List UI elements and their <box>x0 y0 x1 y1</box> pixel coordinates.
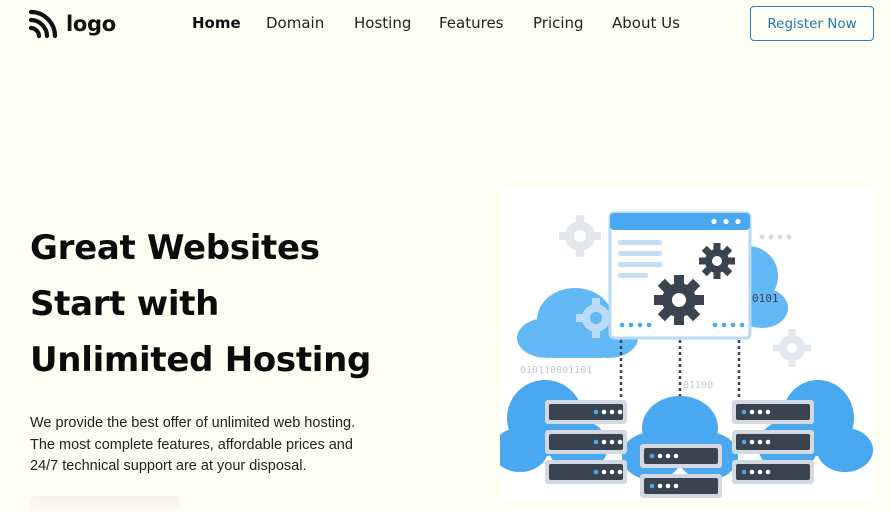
hero-title-line: Great Websites <box>30 228 320 268</box>
cloud-hosting-illustration: 0101 010110001101 01100 <box>500 188 875 500</box>
register-now-button[interactable]: Register Now <box>750 6 874 41</box>
binary-text: 0101 <box>752 292 779 305</box>
hero-description-line: 24/7 technical support are at your dispo… <box>30 458 307 474</box>
binary-text: 010110001101 <box>520 365 592 376</box>
hero-description-line: The most complete features, affordable p… <box>30 436 353 453</box>
nav-home-link[interactable]: Home <box>192 14 241 32</box>
nav-features-link[interactable]: Features <box>439 14 504 32</box>
hero-title: Great Websites Start with Unlimited Host… <box>30 220 371 388</box>
nav-hosting-link[interactable]: Hosting <box>354 14 411 32</box>
gear-icon <box>654 275 704 325</box>
nav-domain-link[interactable]: Domain <box>266 14 324 32</box>
binary-text: 01100 <box>683 380 713 391</box>
hero-description: We provide the best offer of unlimited w… <box>30 413 410 478</box>
server-stack <box>545 400 627 484</box>
nav-about-us-link[interactable]: About Us <box>612 14 680 32</box>
hero-title-line: Start with <box>30 284 220 324</box>
gear-icon <box>559 215 601 257</box>
gear-icon <box>699 243 735 279</box>
cloud-icon <box>758 380 873 472</box>
top-navbar: logo Home Domain Hosting Features Pricin… <box>0 0 891 48</box>
server-stack <box>732 400 814 484</box>
hero-cta-button-partial[interactable] <box>30 496 180 512</box>
hero-title-line: Unlimited Hosting <box>30 340 372 380</box>
hero-description-line: We provide the best offer of unlimited w… <box>30 415 356 431</box>
nav-pricing-link[interactable]: Pricing <box>533 14 584 32</box>
cloud-icon <box>500 380 608 472</box>
gear-icon <box>773 329 811 367</box>
